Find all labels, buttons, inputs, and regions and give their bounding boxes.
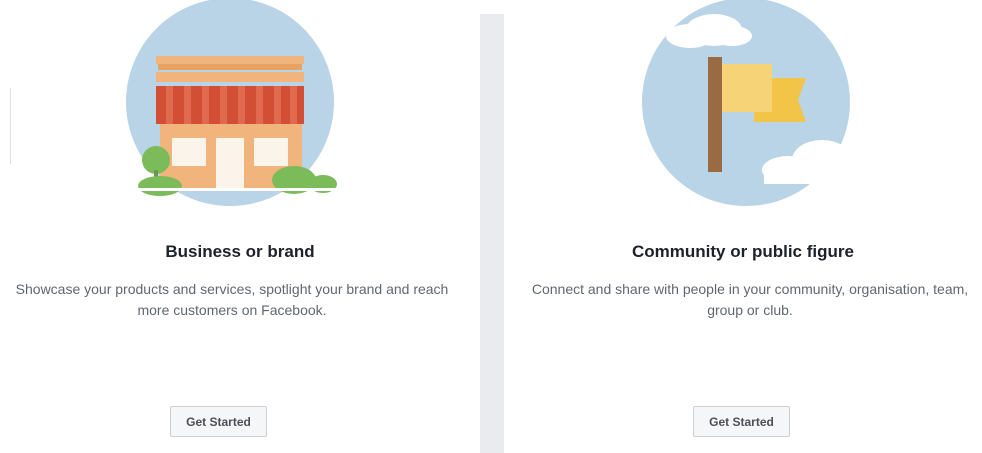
card-title: Community or public figure bbox=[632, 242, 854, 261]
community-or-public-figure-card: Community or public figure Connect and s… bbox=[504, 0, 982, 453]
get-started-button[interactable]: Get Started bbox=[170, 406, 267, 437]
card-description: Connect and share with people in your co… bbox=[531, 281, 969, 318]
roof-top bbox=[156, 56, 304, 64]
window-right bbox=[254, 138, 288, 166]
flagpole bbox=[708, 57, 722, 172]
card-description: Showcase your products and services, spo… bbox=[15, 281, 449, 318]
bush-left bbox=[138, 176, 182, 196]
tree bbox=[142, 146, 170, 174]
get-started-button[interactable]: Get Started bbox=[693, 406, 790, 437]
business-or-brand-card: Business or brand Showcase your products… bbox=[0, 0, 480, 453]
flag-illustration bbox=[642, 0, 868, 206]
card-title: Business or brand bbox=[165, 242, 315, 261]
flag-front bbox=[722, 64, 772, 112]
window-left bbox=[172, 138, 206, 166]
door bbox=[216, 138, 244, 190]
column-divider bbox=[480, 14, 504, 453]
awning bbox=[156, 86, 304, 124]
roof-band bbox=[158, 64, 302, 70]
storefront-illustration bbox=[126, 0, 342, 206]
roof-band-2 bbox=[156, 72, 304, 82]
left-edge-line bbox=[10, 88, 11, 164]
